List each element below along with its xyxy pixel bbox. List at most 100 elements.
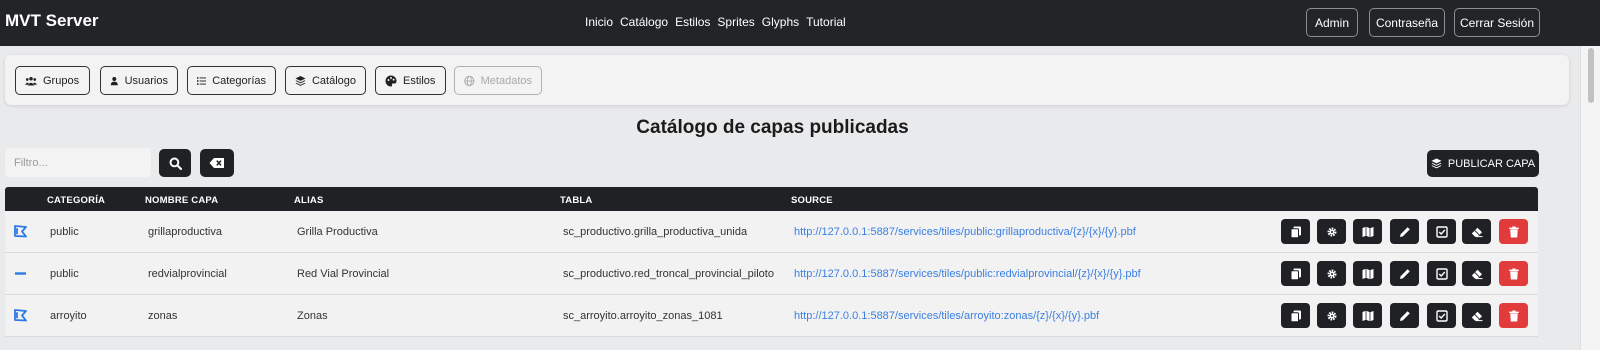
table-row: arroyito zonas Zonas sc_arroyito.arroyito_z… (5, 295, 1538, 337)
nav-link-glyphs[interactable]: Glyphs (762, 15, 799, 29)
header-layer-name[interactable]: NOMBRE CAPA (145, 195, 218, 206)
cell-category: public (50, 226, 79, 238)
header-category[interactable]: CATEGORÍA (47, 195, 105, 206)
publish-layer-label: PUBLICAR CAPA (1447, 157, 1536, 170)
gear-icon (1326, 226, 1337, 237)
page-scrollbar[interactable] (1580, 46, 1600, 350)
erase-button[interactable] (1462, 303, 1491, 328)
gear-icon (1326, 310, 1337, 321)
password-button[interactable]: Contraseña (1369, 8, 1445, 37)
map-button[interactable] (1353, 261, 1382, 286)
categories-button[interactable]: Categorías (187, 66, 276, 95)
cell-category: arroyito (50, 310, 87, 322)
copy-button[interactable] (1281, 303, 1310, 328)
delete-button[interactable] (1499, 219, 1528, 244)
palette-icon (385, 75, 397, 86)
search-icon (169, 157, 182, 170)
eraser-icon (1471, 269, 1482, 279)
styles-button[interactable]: Estilos (375, 66, 446, 95)
copy-icon (1290, 226, 1301, 238)
pencil-icon (1399, 310, 1410, 321)
polygon-icon (14, 309, 27, 322)
erase-button[interactable] (1462, 261, 1491, 286)
check-button[interactable] (1427, 303, 1456, 328)
eraser-icon (1471, 227, 1482, 237)
nav-link-inicio[interactable]: Inicio (585, 15, 613, 29)
copy-icon (1290, 310, 1301, 322)
layers-table: CATEGORÍA NOMBRE CAPA ALIAS TABLA SOURCE… (5, 187, 1538, 337)
list-icon (197, 76, 207, 85)
nav-link-estilos[interactable]: Estilos (675, 15, 710, 29)
check-button[interactable] (1427, 219, 1456, 244)
table-header: CATEGORÍA NOMBRE CAPA ALIAS TABLA SOURCE (5, 187, 1538, 211)
erase-button[interactable] (1462, 219, 1491, 244)
delete-button[interactable] (1499, 261, 1528, 286)
delete-button[interactable] (1499, 303, 1528, 328)
catalog-button[interactable]: Catálogo (285, 66, 366, 95)
layers-icon (1431, 158, 1442, 169)
cell-layer-name: redvialprovincial (148, 268, 227, 280)
backspace-icon (209, 158, 224, 168)
groups-label: Grupos (43, 74, 80, 87)
cell-source-link[interactable]: http://127.0.0.1:5887/services/tiles/arr… (794, 310, 1099, 322)
table-row: public redvialprovincial Red Vial Provinci… (5, 253, 1538, 295)
polygon-icon (14, 225, 27, 238)
cell-table: sc_arroyito.arroyito_zonas_1081 (563, 310, 723, 322)
header-alias[interactable]: ALIAS (294, 195, 324, 206)
styles-label: Estilos (403, 74, 436, 87)
nav-link-catalogo[interactable]: Catálogo (620, 15, 668, 29)
nav-link-sprites[interactable]: Sprites (717, 15, 754, 29)
edit-button[interactable] (1390, 219, 1419, 244)
cell-table: sc_productivo.red_troncal_provincial_pil… (563, 268, 774, 280)
map-button[interactable] (1353, 303, 1382, 328)
header-table[interactable]: TABLA (560, 195, 592, 206)
eraser-icon (1471, 311, 1482, 321)
edit-button[interactable] (1390, 303, 1419, 328)
catalog-label: Catálogo (311, 74, 356, 87)
groups-button[interactable]: Grupos (15, 66, 90, 95)
brand-title[interactable]: MVT Server (5, 11, 99, 31)
checkbox-icon (1435, 309, 1448, 322)
settings-button[interactable] (1317, 219, 1346, 244)
settings-button[interactable] (1317, 261, 1346, 286)
edit-button[interactable] (1390, 261, 1419, 286)
cell-source-link[interactable]: http://127.0.0.1:5887/services/tiles/pub… (794, 268, 1141, 280)
nav-link-tutorial[interactable]: Tutorial (806, 15, 846, 29)
map-icon (1362, 268, 1373, 279)
filter-input[interactable] (5, 148, 151, 177)
cell-alias: Red Vial Provincial (297, 268, 390, 280)
line-icon (15, 272, 26, 275)
cell-source-link[interactable]: http://127.0.0.1:5887/services/tiles/pub… (794, 226, 1136, 238)
copy-icon (1290, 268, 1301, 280)
categories-label: Categorías (212, 74, 266, 87)
table-row: public grillaproductiva Grilla Productiva s… (5, 211, 1538, 253)
admin-button[interactable]: Admin (1306, 8, 1358, 37)
user-icon (110, 76, 118, 85)
trash-icon (1508, 310, 1519, 321)
copy-button[interactable] (1281, 261, 1310, 286)
table-body: public grillaproductiva Grilla Productiva s… (5, 211, 1538, 337)
check-button[interactable] (1427, 261, 1456, 286)
trash-icon (1508, 226, 1519, 237)
users-button[interactable]: Usuarios (100, 66, 178, 95)
map-button[interactable] (1353, 219, 1382, 244)
search-button[interactable] (159, 149, 191, 177)
users-label: Usuarios (124, 74, 168, 87)
metadata-button[interactable]: Metadatos (454, 66, 542, 95)
publish-layer-button[interactable]: PUBLICAR CAPA (1427, 150, 1539, 177)
cell-layer-name: zonas (148, 310, 178, 322)
globe-icon (464, 75, 475, 86)
cell-table: sc_productivo.grilla_productiva_unida (563, 226, 748, 238)
scrollbar-thumb[interactable] (1588, 48, 1594, 103)
clear-filter-button[interactable] (200, 149, 234, 177)
header-source[interactable]: SOURCE (791, 195, 833, 206)
map-icon (1362, 310, 1373, 321)
settings-button[interactable] (1317, 303, 1346, 328)
page-title: Catálogo de capas publicadas (636, 117, 909, 138)
top-navbar: MVT Server Inicio Catálogo Estilos Sprit… (0, 0, 1600, 46)
logout-button[interactable]: Cerrar Sesión (1454, 8, 1540, 37)
cell-alias: Grilla Productiva (297, 226, 378, 238)
checkbox-icon (1435, 267, 1448, 280)
copy-button[interactable] (1281, 219, 1310, 244)
cell-layer-name: grillaproductiva (148, 226, 222, 238)
